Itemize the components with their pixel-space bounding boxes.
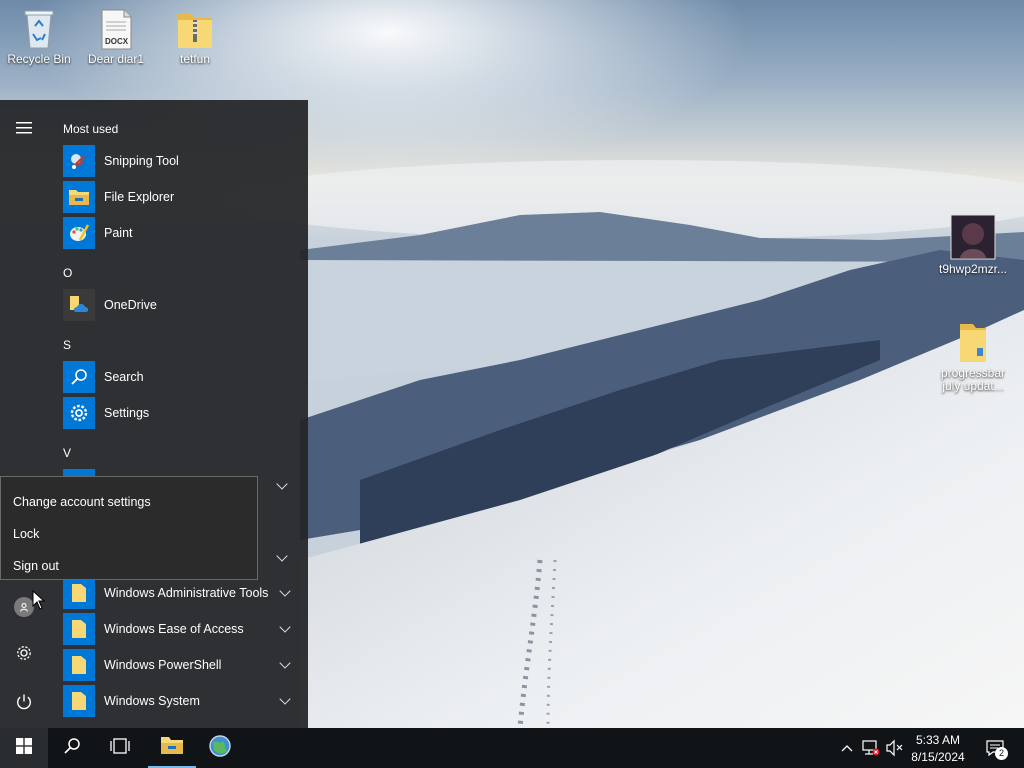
taskbar: 5:33 AM 8/15/2024 2	[0, 728, 1024, 768]
start-button[interactable]	[0, 728, 48, 768]
system-clock[interactable]: 5:33 AM 8/15/2024	[900, 732, 976, 766]
app-file-explorer[interactable]: File Explorer	[63, 179, 303, 215]
paint-icon	[63, 217, 95, 249]
start-menu-rail	[0, 100, 48, 728]
group-letter-o[interactable]: O	[63, 266, 72, 280]
browser-globe-icon	[209, 734, 231, 762]
image-file-icon	[950, 214, 996, 260]
chevron-down-icon[interactable]	[279, 693, 291, 705]
onedrive-icon	[63, 289, 95, 321]
app-onedrive[interactable]: OneDrive	[63, 287, 303, 323]
docx-file-icon: DOCX	[96, 8, 136, 50]
file-explorer-icon	[63, 181, 95, 213]
change-account-settings-item[interactable]: Change account settings	[13, 495, 151, 509]
folder-icon	[63, 577, 95, 609]
windows-logo-icon	[16, 737, 32, 759]
show-hidden-icons-chevron[interactable]	[838, 728, 856, 768]
desktop-icon-recycle-bin[interactable]: Recycle Bin	[1, 8, 77, 66]
app-label: Settings	[104, 406, 150, 420]
desktop-icon-label: Dear diar1	[87, 52, 145, 66]
zip-folder-icon	[175, 8, 215, 50]
desktop-icon-t9hwp2mzr[interactable]: t9hwp2mzr...	[935, 214, 1011, 276]
folder-windows-system[interactable]: Windows System	[63, 683, 303, 719]
task-view-button[interactable]	[96, 728, 144, 768]
search-icon	[63, 361, 95, 393]
app-label: Windows System	[104, 694, 200, 708]
taskbar-browser[interactable]	[196, 728, 244, 768]
start-menu: Most used Snipping Tool File Explorer Pa…	[0, 100, 308, 728]
group-letter-v[interactable]: V	[63, 446, 71, 460]
hamburger-menu-icon[interactable]	[0, 108, 48, 148]
app-search[interactable]: Search	[63, 359, 303, 395]
lock-item[interactable]: Lock	[13, 527, 39, 541]
chevron-down-icon[interactable]	[279, 585, 291, 597]
settings-rail-button[interactable]	[0, 635, 48, 675]
clock-time: 5:33 AM	[915, 733, 961, 747]
power-button[interactable]	[0, 684, 48, 724]
snipping-tool-icon	[63, 145, 95, 177]
desktop-icon-label: progressbar july updat...	[940, 366, 1006, 393]
taskbar-search-button[interactable]	[48, 728, 96, 768]
folder-icon	[953, 322, 993, 364]
desktop-icon-label: Recycle Bin	[7, 52, 71, 66]
sign-out-item[interactable]: Sign out	[13, 559, 59, 573]
app-label: Snipping Tool	[104, 154, 179, 168]
notification-icon: 2	[985, 739, 1008, 760]
desktop-icon-dear-diar1[interactable]: DOCX Dear diar1	[78, 8, 154, 66]
folder-icon	[63, 685, 95, 717]
chevron-down-icon[interactable]	[276, 478, 288, 490]
notification-count-badge: 2	[995, 747, 1008, 760]
power-icon	[15, 693, 33, 716]
app-snipping-tool[interactable]: Snipping Tool	[63, 143, 303, 179]
taskbar-file-explorer[interactable]	[148, 728, 196, 768]
search-icon	[63, 737, 81, 760]
chevron-down-icon[interactable]	[276, 550, 288, 562]
docx-badge: DOCX	[105, 37, 129, 46]
app-label: File Explorer	[104, 190, 175, 204]
group-letter-s[interactable]: S	[63, 338, 71, 352]
folder-icon	[63, 649, 95, 681]
account-context-menu: Change account settings Lock Sign out	[0, 476, 258, 580]
app-label: Windows PowerShell	[104, 658, 222, 672]
folder-windows-ease-of-access[interactable]: Windows Ease of Access	[63, 611, 303, 647]
app-label: OneDrive	[104, 298, 157, 312]
app-label: Paint	[104, 226, 133, 240]
clock-date: 8/15/2024	[911, 750, 965, 764]
folder-icon	[63, 613, 95, 645]
app-label: Windows Ease of Access	[104, 622, 244, 636]
desktop-icon-label: tetfun	[179, 52, 211, 66]
chevron-down-icon[interactable]	[279, 657, 291, 669]
folder-windows-administrative-tools[interactable]: Windows Administrative Tools	[63, 575, 303, 611]
action-center-button[interactable]: 2	[980, 728, 1010, 768]
app-label: Windows Administrative Tools	[104, 586, 269, 600]
folder-windows-powershell[interactable]: Windows PowerShell	[63, 647, 303, 683]
app-label: Search	[104, 370, 144, 384]
network-disconnected-icon[interactable]	[860, 728, 882, 768]
desktop-icon-progressbar[interactable]: progressbar july updat...	[935, 322, 1011, 393]
settings-icon	[63, 397, 95, 429]
most-used-heading: Most used	[63, 122, 119, 136]
desktop-icon-tetfun[interactable]: tetfun	[157, 8, 233, 66]
user-avatar-icon	[14, 597, 34, 617]
task-view-icon	[109, 737, 131, 759]
desktop-icon-label: t9hwp2mzr...	[938, 262, 1008, 276]
file-explorer-icon	[160, 735, 184, 760]
app-settings[interactable]: Settings	[63, 395, 303, 431]
mouse-cursor	[32, 589, 46, 615]
gear-icon	[15, 644, 33, 667]
app-paint[interactable]: Paint	[63, 215, 303, 251]
chevron-down-icon[interactable]	[279, 621, 291, 633]
recycle-bin-icon	[19, 8, 59, 50]
